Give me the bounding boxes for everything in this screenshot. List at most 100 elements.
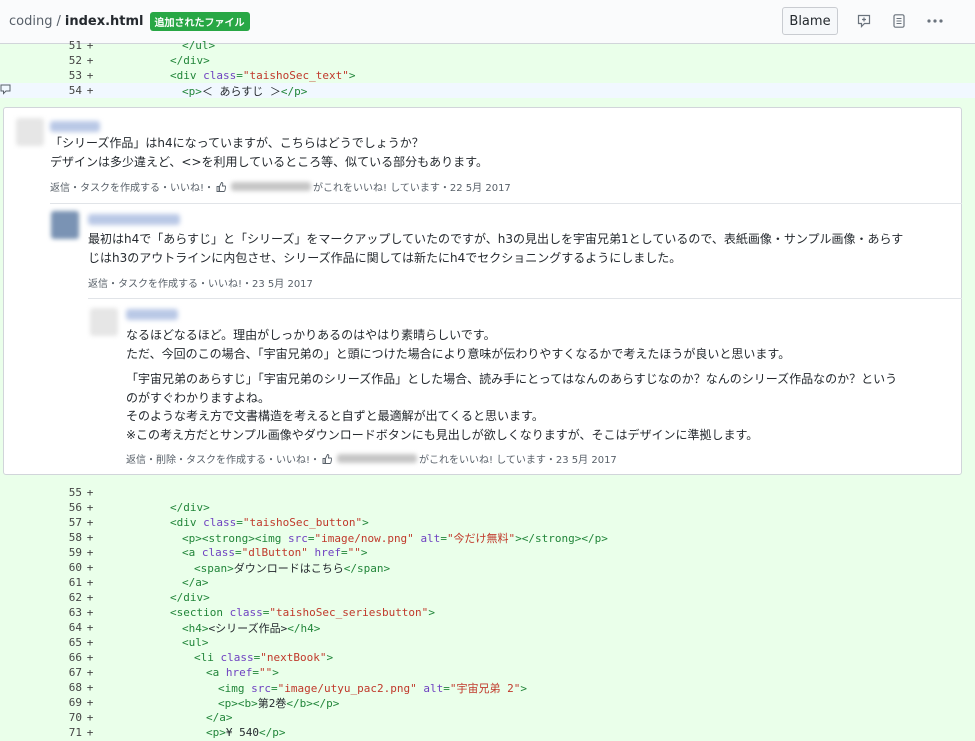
code-line: 66 + <li class="nextBook"> bbox=[0, 650, 975, 665]
breadcrumb: coding / index.html 追加されたファイル bbox=[9, 12, 250, 31]
code-text: </div> bbox=[170, 501, 210, 514]
diff-sign: + bbox=[86, 636, 94, 649]
line-number[interactable]: 65 bbox=[0, 636, 82, 649]
comment-body: 「シリーズ作品」はh4になっていますが、こちらはどうでしょうか？ デザインは多少… bbox=[50, 136, 488, 169]
avatar bbox=[90, 308, 118, 336]
code-line: 71 + <p>¥ 540</p> bbox=[0, 725, 975, 740]
code-text: <div class="taishoSec_text"> bbox=[170, 69, 356, 82]
code-text: </div> bbox=[170, 591, 210, 604]
code-block-top: 51 + </ul> 52 + </div> 53 + <div class="taishoSe… bbox=[0, 38, 975, 98]
line-number[interactable]: 71 bbox=[0, 726, 82, 739]
line-number[interactable]: 57 bbox=[0, 516, 82, 529]
code-text: </ul> bbox=[182, 39, 216, 52]
comment-meta: 返信・タスクを作成する・いいね!・ がこれをいいね! しています・22 5月 2… bbox=[50, 181, 511, 194]
line-number[interactable]: 55 bbox=[0, 486, 82, 499]
line-number[interactable]: 69 bbox=[0, 696, 82, 709]
blame-button[interactable]: Blame bbox=[782, 7, 838, 35]
code-line: 53 + <div class="taishoSec_text"> bbox=[0, 68, 975, 83]
line-number[interactable]: 68 bbox=[0, 681, 82, 694]
code-line: 69 + <p><b>第2巻</b></p> bbox=[0, 695, 975, 710]
line-number[interactable]: 60 bbox=[0, 561, 82, 574]
comment-add-icon[interactable] bbox=[0, 84, 13, 97]
file-icon[interactable] bbox=[890, 11, 908, 31]
comment-author bbox=[126, 309, 178, 320]
line-number[interactable]: 66 bbox=[0, 651, 82, 664]
code-line: 65 + <ul> bbox=[0, 635, 975, 650]
comment-thread: 「シリーズ作品」はh4になっていますが、こちらはどうでしょうか？ デザインは多少… bbox=[3, 107, 962, 475]
diff-sign: + bbox=[86, 69, 94, 82]
code-line: 51 + </ul> bbox=[0, 38, 975, 53]
avatar bbox=[51, 211, 79, 239]
code-block-bottom: 55 +56 + </div> 57 + <div class="taishoSec_but… bbox=[0, 485, 975, 740]
code-text: <span>ダウンロードはこちら</span> bbox=[194, 561, 391, 575]
code-text: <section class="taishoSec_seriesbutton"> bbox=[170, 606, 435, 619]
code-line: 68 + <img src="image/utyu_pac2.png" alt="宇… bbox=[0, 680, 975, 695]
diff-sign: + bbox=[86, 621, 94, 634]
breadcrumb-file: index.html bbox=[64, 14, 144, 29]
diff-sign: + bbox=[86, 486, 94, 499]
diff-sign: + bbox=[86, 726, 94, 739]
comment-meta: 返信・削除・タスクを作成する・いいね!・ がこれをいいね! しています・23 5… bbox=[126, 453, 617, 466]
added-file-badge: 追加されたファイル bbox=[149, 12, 250, 31]
code-line: 58 + <p><strong><img src="image/now.png" a… bbox=[0, 530, 975, 545]
diff-sign: + bbox=[86, 516, 94, 529]
diff-sign: + bbox=[86, 576, 94, 589]
code-line: 60 + <span>ダウンロードはこちら</span> bbox=[0, 560, 975, 575]
code-text: </a> bbox=[182, 576, 209, 589]
code-line: 52 + </div> bbox=[0, 53, 975, 68]
line-number[interactable]: 63 bbox=[0, 606, 82, 619]
divider bbox=[50, 203, 962, 204]
liker-name bbox=[231, 182, 312, 191]
line-number[interactable]: 53 bbox=[0, 69, 82, 82]
line-number[interactable]: 64 bbox=[0, 621, 82, 634]
code-text: <img src="image/utyu_pac2.png" alt="宇宙兄弟… bbox=[218, 681, 527, 695]
code-text: <h4><シリーズ作品></h4> bbox=[182, 621, 321, 635]
diff-sign: + bbox=[86, 501, 94, 514]
diff-sign: + bbox=[86, 531, 94, 544]
breadcrumb-repo[interactable]: coding bbox=[9, 14, 52, 29]
comment-author bbox=[88, 214, 180, 225]
comment-meta: 返信・タスクを作成する・いいね!・23 5月 2017 bbox=[88, 279, 313, 290]
breadcrumb-separator: / bbox=[56, 14, 61, 29]
line-number[interactable]: 62 bbox=[0, 591, 82, 604]
diff-sign: + bbox=[86, 39, 94, 52]
comment-body: 最初はh4で「あらすじ」と「シリーズ」をマークアップしていたのですが、h3の見出… bbox=[88, 232, 904, 265]
code-line: 64 + <h4><シリーズ作品></h4> bbox=[0, 620, 975, 635]
diff-sign: + bbox=[86, 561, 94, 574]
diff-sign: + bbox=[86, 666, 94, 679]
code-text: <a class="dlButton" href=""> bbox=[182, 546, 368, 559]
line-number[interactable]: 67 bbox=[0, 666, 82, 679]
avatar bbox=[16, 118, 44, 146]
code-line: 57 + <div class="taishoSec_button"> bbox=[0, 515, 975, 530]
comment-body: なるほどなるほど。理由がしっかりあるのはやはり素晴らしいです。 ただ、今回のこの… bbox=[126, 328, 898, 442]
diff-sign: + bbox=[86, 54, 94, 67]
code-line: 59 + <a class="dlButton" href=""> bbox=[0, 545, 975, 560]
thumbs-up-icon bbox=[322, 453, 333, 464]
line-number[interactable]: 70 bbox=[0, 711, 82, 724]
line-number[interactable]: 52 bbox=[0, 54, 82, 67]
diff-sign: + bbox=[86, 591, 94, 604]
code-line: 63 + <section class="taishoSec_seriesbutto… bbox=[0, 605, 975, 620]
liker-name bbox=[337, 454, 418, 463]
line-number[interactable]: 58 bbox=[0, 531, 82, 544]
diff-sign: + bbox=[86, 696, 94, 709]
code-line: 56 + </div> bbox=[0, 500, 975, 515]
code-text: <p>¥ 540</p> bbox=[206, 726, 286, 739]
line-number[interactable]: 61 bbox=[0, 576, 82, 589]
code-text: </a> bbox=[206, 711, 233, 724]
code-text: <p>＜ あらすじ ＞</p> bbox=[182, 84, 308, 98]
code-line: 70 + </a> bbox=[0, 710, 975, 725]
code-text: <p><b>第2巻</b></p> bbox=[218, 696, 340, 710]
diff-sign: + bbox=[86, 546, 94, 559]
code-text: <p><strong><img src="image/now.png" alt=… bbox=[182, 531, 608, 545]
kebab-horizontal-icon[interactable] bbox=[926, 11, 944, 31]
code-line: 54 + <p>＜ あらすじ ＞</p> bbox=[0, 83, 975, 98]
code-text: </div> bbox=[170, 54, 210, 67]
code-text: <ul> bbox=[182, 636, 209, 649]
thumbs-up-icon bbox=[216, 181, 227, 192]
code-text: <a href=""> bbox=[206, 666, 279, 679]
line-number[interactable]: 59 bbox=[0, 546, 82, 559]
line-number[interactable]: 56 bbox=[0, 501, 82, 514]
comment-add-icon[interactable] bbox=[855, 11, 873, 31]
line-number[interactable]: 51 bbox=[0, 39, 82, 52]
